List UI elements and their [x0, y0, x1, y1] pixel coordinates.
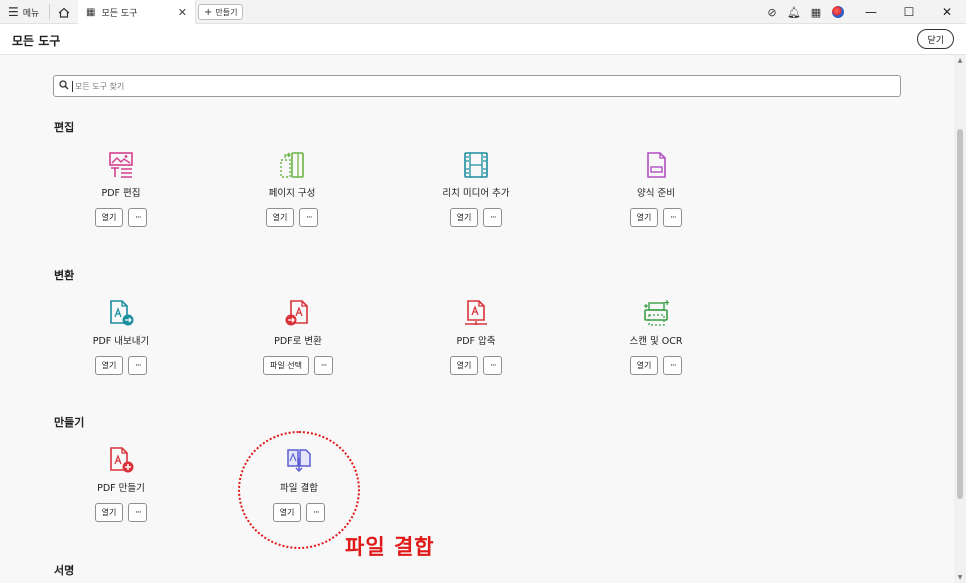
scrollbar-thumb[interactable]: [957, 129, 963, 499]
tool-name: PDF 편집: [101, 188, 141, 199]
scrollbar[interactable]: ▲ ▼: [954, 55, 966, 583]
annotation-circle: [238, 431, 360, 549]
open-button[interactable]: 열기: [629, 356, 659, 375]
tab-all-tools[interactable]: ▦ 모든 도구 ✕: [78, 0, 196, 24]
minimize-icon[interactable]: —: [852, 5, 890, 19]
more-button[interactable]: ···: [128, 503, 148, 522]
convert-to-pdf-icon: [285, 300, 308, 326]
close-icon[interactable]: ✕: [178, 6, 187, 19]
open-button[interactable]: 열기: [94, 208, 124, 227]
section-title-create: 만들기: [54, 416, 85, 429]
more-button[interactable]: ···: [663, 356, 683, 375]
organize-pages-icon: [280, 152, 304, 178]
tool-export-pdf: PDF 내보내기 열기 ···: [36, 300, 206, 375]
apps-icon[interactable]: ▦: [805, 6, 827, 19]
page-title: 모든 도구: [12, 34, 61, 48]
tool-name: 양식 준비: [637, 188, 675, 199]
tool-organize-pages: 페이지 구성 열기 ···: [207, 152, 377, 227]
create-label: 만들기: [215, 7, 238, 17]
tool-name: PDF로 변환: [274, 336, 322, 347]
open-button[interactable]: 열기: [265, 208, 295, 227]
open-button[interactable]: 열기: [449, 208, 479, 227]
page-header: 모든 도구 닫기: [0, 24, 966, 55]
open-button[interactable]: 열기: [94, 356, 124, 375]
help-icon[interactable]: ⊘: [761, 6, 783, 19]
tool-name: 스캔 및 OCR: [629, 336, 683, 347]
choose-file-button[interactable]: 파일 선택: [263, 356, 309, 375]
open-button[interactable]: 열기: [94, 503, 124, 522]
tool-rich-media: 리치 미디어 추가 열기 ···: [391, 152, 561, 227]
home-button[interactable]: [57, 0, 71, 24]
create-button[interactable]: + 만들기: [198, 4, 244, 20]
section-title-convert: 변환: [54, 269, 75, 282]
more-button[interactable]: ···: [483, 208, 503, 227]
close-button[interactable]: 닫기: [917, 29, 954, 49]
scroll-up-icon[interactable]: ▲: [954, 57, 966, 64]
avatar[interactable]: [832, 6, 844, 18]
tool-create-pdf: PDF 만들기 열기 ···: [36, 447, 206, 522]
tool-name: 페이지 구성: [268, 188, 316, 199]
tab-label: 모든 도구: [101, 8, 138, 19]
section-title-sign: 서명: [54, 564, 75, 577]
search-icon: [59, 79, 69, 93]
text-caret: [72, 80, 73, 92]
window-controls: ⊘ 🔔︎ ▦ — ☐ ✕: [761, 0, 966, 24]
hamburger-icon: ☰: [8, 5, 19, 19]
section-title-edit: 편집: [54, 121, 75, 134]
menu-button[interactable]: ☰ 메뉴: [8, 0, 39, 24]
more-button[interactable]: ···: [313, 356, 333, 375]
home-icon: [58, 7, 70, 18]
tool-edit-pdf: PDF 편집 열기 ···: [36, 152, 206, 227]
more-button[interactable]: ···: [128, 208, 148, 227]
plus-icon: +: [204, 6, 213, 18]
rich-media-icon: [464, 152, 488, 178]
tab-bar: ☰ 메뉴 ▦ 모든 도구 ✕ + 만들기 ⊘ 🔔︎ ▦ — ☐ ✕: [0, 0, 966, 24]
tool-convert-to-pdf: PDF로 변환 파일 선택 ···: [213, 300, 383, 375]
search-box[interactable]: [53, 75, 901, 97]
tool-name: PDF 압축: [456, 336, 496, 347]
tool-name: PDF 내보내기: [92, 336, 150, 347]
more-button[interactable]: ···: [299, 208, 319, 227]
more-button[interactable]: ···: [483, 356, 503, 375]
search-input[interactable]: [75, 81, 875, 91]
menu-label: 메뉴: [22, 8, 40, 19]
bell-icon[interactable]: 🔔︎: [783, 6, 805, 19]
compress-pdf-icon: [465, 300, 487, 325]
export-pdf-icon: [110, 300, 134, 326]
open-button[interactable]: 열기: [629, 208, 659, 227]
more-button[interactable]: ···: [663, 208, 683, 227]
scroll-down-icon[interactable]: ▼: [954, 574, 966, 581]
tool-scan-ocr: 스캔 및 OCR 열기 ···: [571, 300, 741, 375]
maximize-icon[interactable]: ☐: [890, 5, 928, 19]
grid-icon: ▦: [86, 6, 96, 18]
open-button[interactable]: 열기: [449, 356, 479, 375]
scan-ocr-icon: [644, 300, 669, 326]
edit-pdf-icon: [109, 152, 133, 178]
divider: [49, 4, 50, 20]
create-pdf-icon: [110, 447, 134, 473]
tool-prepare-form: 양식 준비 열기 ···: [571, 152, 741, 227]
tool-name: PDF 만들기: [97, 483, 145, 494]
tool-name: 리치 미디어 추가: [442, 188, 510, 199]
close-window-icon[interactable]: ✕: [928, 5, 966, 19]
annotation-label: 파일 결합: [345, 535, 435, 559]
tool-compress-pdf: PDF 압축 열기 ···: [391, 300, 561, 375]
more-button[interactable]: ···: [128, 356, 148, 375]
prepare-form-icon: [647, 152, 666, 178]
